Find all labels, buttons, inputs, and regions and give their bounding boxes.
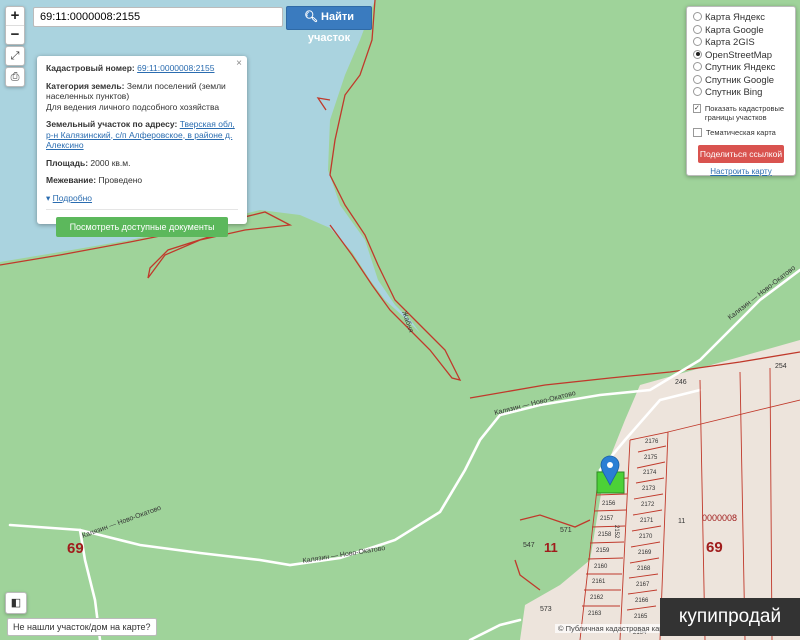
plot-number: 2163 [588, 611, 602, 617]
plot-number: 547 [523, 542, 535, 549]
area-label: Площадь: [46, 157, 89, 168]
cadastral-number-label: Кадастровый номер: [46, 63, 135, 73]
details-toggle[interactable]: ▾ Подробно [46, 193, 238, 204]
thematic-map-label: Тематическая карта [706, 127, 776, 137]
share-link-button[interactable]: Поделиться ссылкой [698, 144, 784, 163]
print-icon[interactable]: ⎙ [5, 67, 25, 87]
address-label: Земельный участок по адресу: [46, 119, 178, 129]
watermark-logo: купипродай [660, 598, 800, 636]
radio-icon [693, 24, 702, 34]
radio-icon [693, 87, 702, 96]
layer-option[interactable]: Карта 2GIS [693, 37, 789, 50]
plot-number: 2174 [643, 470, 657, 476]
show-cadastral-label: Показать кадастровые границы участков [704, 103, 785, 122]
plot-number: 254 [775, 363, 787, 370]
layer-option-label: OpenStreetMap [705, 49, 773, 61]
thematic-map-checkbox[interactable]: Тематическая карта [693, 127, 789, 137]
search-icon: 🔍︎ [303, 11, 318, 23]
zoom-control: + − [5, 6, 25, 45]
plot-number: 2156 [602, 501, 616, 507]
survey-value: Проведено [98, 175, 143, 185]
plot-number: 246 [675, 379, 687, 386]
plot-number: 573 [540, 606, 552, 613]
caret-down-icon: ▾ [46, 192, 51, 203]
plot-number: 2166 [635, 598, 649, 604]
layer-option-label: Карта 2GIS [705, 37, 755, 48]
plot-number: 2157 [600, 516, 614, 522]
plot-number: 2169 [638, 550, 652, 556]
region-number: 69 [67, 540, 84, 557]
plot-number: 2170 [639, 534, 653, 540]
plot-number: 2171 [640, 518, 654, 524]
plot-number: 2152 [613, 525, 619, 539]
search-input[interactable] [33, 7, 283, 27]
layer-option-label: Спутник Google [705, 74, 775, 86]
plot-number: 11 [678, 518, 685, 525]
layer-option[interactable]: Спутник Яндекс [693, 62, 789, 75]
plot-number: 2175 [644, 455, 658, 461]
layers-panel-toggle-icon[interactable]: ◧ [5, 592, 27, 614]
layer-option[interactable]: OpenStreetMap [693, 49, 789, 63]
region-number: 69 [706, 539, 723, 556]
close-icon[interactable]: × [236, 58, 242, 70]
plot-number: 2173 [642, 486, 656, 492]
layer-option[interactable]: Спутник Google [693, 74, 789, 88]
land-category-label: Категория земель: [46, 80, 125, 91]
quarter-number: 0000008 [702, 513, 737, 523]
layer-option[interactable]: Спутник Bing [693, 87, 789, 100]
configure-map-link[interactable]: Настроить карту [693, 167, 789, 176]
radio-icon [693, 74, 702, 84]
plot-number: 2172 [641, 502, 655, 508]
plot-number: 2158 [598, 532, 612, 538]
radio-icon [693, 62, 702, 71]
divider [46, 209, 238, 210]
fullscreen-icon[interactable]: ⤢ [5, 46, 25, 66]
layer-option-label: Спутник Яндекс [705, 62, 776, 73]
checkbox-icon [693, 127, 702, 137]
zoom-out-button[interactable]: − [6, 25, 24, 44]
land-use-value: Для ведения личного подсобного хозяйства [46, 101, 220, 112]
details-label: Подробно [52, 192, 93, 203]
radio-icon [693, 37, 702, 46]
view-documents-button[interactable]: Посмотреть доступные документы [56, 217, 228, 237]
layer-option[interactable]: Карта Яндекс [693, 12, 789, 25]
cadastral-number-link[interactable]: 69:11:0000008:2155 [137, 63, 214, 73]
plot-number: 2159 [596, 548, 610, 554]
plot-number: 2168 [637, 566, 651, 572]
layer-option-label: Карта Яндекс [705, 12, 766, 23]
layer-option-label: Карта Google [705, 24, 764, 36]
plot-number: 2176 [645, 439, 659, 445]
plot-number: 571 [560, 527, 572, 534]
map-attribution: © Публичная кадастровая карта [555, 624, 674, 633]
checkbox-checked-icon: ✓ [693, 103, 701, 113]
radio-icon [693, 12, 702, 21]
layers-panel: Карта Яндекс Карта Google Карта 2GIS OpenSt… [686, 6, 796, 176]
zoom-in-button[interactable]: + [6, 7, 24, 25]
plot-number: 2161 [592, 579, 606, 585]
plot-info-popup: × Кадастровый номер: 69:11:0000008:2155 … [37, 56, 247, 237]
not-found-link[interactable]: Не нашли участок/дом на карте? [7, 618, 157, 636]
show-cadastral-checkbox[interactable]: ✓ Показать кадастровые границы участков [693, 103, 789, 122]
plot-number: 2167 [636, 582, 650, 588]
plot-number: 2165 [634, 614, 648, 620]
district-number: 11 [544, 540, 558, 555]
survey-label: Межевание: [46, 175, 97, 185]
find-plot-button[interactable]: 🔍︎ Найти участок [286, 6, 372, 44]
radio-icon [693, 49, 702, 59]
plot-number: 2160 [594, 564, 608, 570]
layer-option-label: Спутник Bing [705, 87, 763, 98]
area-value: 2000 кв.м. [90, 157, 131, 168]
plot-number: 2162 [590, 595, 604, 601]
layer-option[interactable]: Карта Google [693, 24, 789, 38]
